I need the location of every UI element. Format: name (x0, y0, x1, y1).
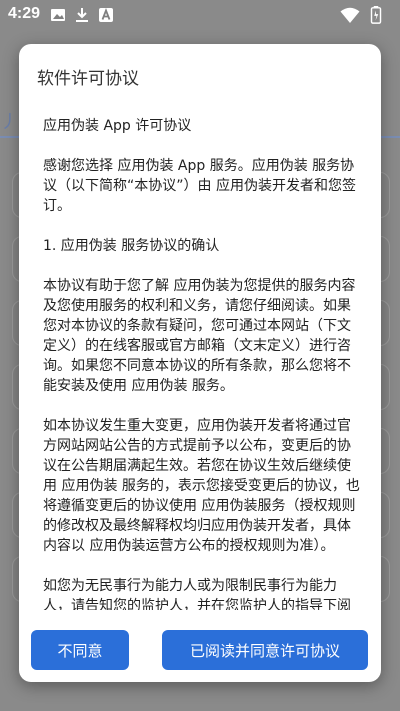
agreement-text-scroll[interactable]: 应用伪装 App 许可协议 感谢您选择 应用伪装 App 服务。应用伪装 服务协… (43, 116, 361, 610)
app-a-icon (99, 8, 113, 22)
image-icon (51, 9, 65, 21)
status-bar: 4:29 (0, 0, 400, 30)
agreement-paragraph: 感谢您选择 应用伪装 App 服务。应用伪装 服务协议（以下简称“本协议”）由 … (43, 158, 356, 214)
download-icon (76, 8, 88, 22)
agreement-paragraph: 如您为无民事行为能力人或为限制民事行为能力人，请告知您的监护人，并在您监护人的指… (43, 578, 351, 610)
agreement-heading: 应用伪装 App 许可协议 (43, 118, 192, 134)
disagree-button[interactable]: 不同意 (31, 630, 129, 670)
status-time: 4:29 (8, 5, 41, 22)
background-tab-fragment: 丿 (0, 112, 18, 133)
agreement-section-title: 1. 应用伪装 服务协议的确认 (43, 238, 220, 254)
battery-icon (370, 6, 382, 24)
wifi-icon (340, 7, 360, 23)
agreement-paragraph: 如本协议发生重大变更，应用伪装开发者将通过官方网站网站公告的方式提前予以公布，变… (43, 418, 360, 554)
dialog-title: 软件许可协议 (37, 69, 139, 89)
agree-button[interactable]: 已阅读并同意许可协议 (162, 630, 368, 670)
license-dialog: 软件许可协议 应用伪装 App 许可协议 感谢您选择 应用伪装 App 服务。应… (19, 44, 381, 682)
agreement-paragraph: 本协议有助于您了解 应用伪装为您提供的服务内容及您使用服务的权利和义务，请您仔细… (43, 278, 356, 394)
